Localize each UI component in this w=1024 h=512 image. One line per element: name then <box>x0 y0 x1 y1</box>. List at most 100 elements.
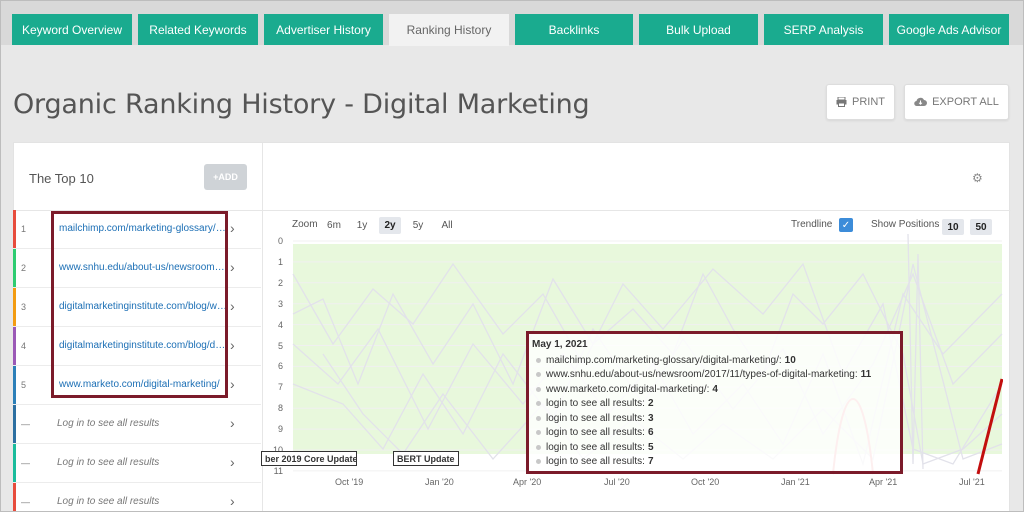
rank-row[interactable]: — Log in to see all results › <box>13 483 261 511</box>
page-title: Organic Ranking History - Digital Market… <box>13 89 590 120</box>
zoom-label: Zoom <box>292 219 318 230</box>
tooltip-label: www.marketo.com/digital-marketing/: <box>546 383 710 395</box>
tab-backlinks[interactable]: Backlinks <box>515 14 633 45</box>
tooltip-value: 4 <box>712 383 718 395</box>
tooltip-line: login to see all results: 3 <box>532 411 900 426</box>
zoom-all-button[interactable]: All <box>435 217 459 234</box>
rank-row[interactable]: — Log in to see all results › <box>13 405 261 444</box>
x-tick-label: Jul '21 <box>959 477 985 487</box>
tooltip-line: www.marketo.com/digital-marketing/: 4 <box>532 382 900 397</box>
login-prompt[interactable]: Log in to see all results <box>57 496 159 507</box>
login-prompt[interactable]: Log in to see all results <box>57 418 159 429</box>
x-tick-label: Oct '20 <box>691 477 720 487</box>
rank-number: — <box>21 419 30 429</box>
positions-10-button[interactable]: 10 <box>942 219 964 235</box>
tooltip-label: mailchimp.com/marketing-glossary/digital… <box>546 354 782 366</box>
chevron-right-icon[interactable]: › <box>230 337 235 353</box>
bert-update-annotation[interactable]: BERT Update <box>393 451 459 466</box>
rank-color-bar <box>13 249 16 287</box>
zoom-1y-button[interactable]: 1y <box>351 217 373 234</box>
printer-icon <box>836 97 847 107</box>
chevron-right-icon[interactable]: › <box>230 298 235 314</box>
tooltip-line: login to see all results: 7 <box>532 455 900 470</box>
tab-bar: Keyword Overview Related Keywords Advert… <box>1 1 1023 46</box>
tooltip-line: www.snhu.edu/about-us/newsroom/2017/11/t… <box>532 368 900 383</box>
series-dot <box>536 386 541 392</box>
tooltip-line: mailchimp.com/marketing-glossary/digital… <box>532 353 900 368</box>
tooltip-value: 7 <box>647 456 654 468</box>
series-dot <box>536 430 541 436</box>
x-tick-label: Jan '20 <box>425 477 454 487</box>
chevron-right-icon[interactable]: › <box>230 376 235 392</box>
login-prompt[interactable]: Log in to see all results <box>57 457 159 468</box>
chevron-right-icon[interactable]: › <box>230 259 235 275</box>
x-tick-label: Apr '20 <box>513 477 542 487</box>
tooltip-value: 10 <box>784 354 796 366</box>
tooltip-date: May 1, 2021 <box>532 339 588 350</box>
tab-serp-analysis[interactable]: SERP Analysis <box>764 14 883 45</box>
tooltip-label: login to see all results: <box>546 412 645 424</box>
rank-number: 5 <box>21 380 27 390</box>
chevron-right-icon[interactable]: › <box>230 220 235 236</box>
rank-color-bar <box>13 327 16 365</box>
tooltip-value: 6 <box>647 427 654 439</box>
rank-row[interactable]: — Log in to see all results › <box>13 444 261 483</box>
positions-50-button[interactable]: 50 <box>970 219 992 235</box>
rank-color-bar <box>13 366 16 404</box>
rank-color-bar <box>13 210 16 248</box>
gear-icon[interactable]: ⚙ <box>972 171 983 185</box>
tab-related-keywords[interactable]: Related Keywords <box>138 14 258 45</box>
series-dot <box>536 415 541 421</box>
x-tick-label: Jan '21 <box>781 477 810 487</box>
rank-number: 4 <box>21 341 27 351</box>
chevron-right-icon[interactable]: › <box>230 493 235 509</box>
tooltip-value: 11 <box>860 369 872 381</box>
highlight-box-urls <box>51 211 228 398</box>
top10-heading: The Top 10 <box>29 171 94 186</box>
x-tick-label: Jul '20 <box>604 477 630 487</box>
print-label: PRINT <box>852 96 885 108</box>
tooltip-line: login to see all results: 6 <box>532 426 900 441</box>
series-dot <box>536 372 541 378</box>
tab-advertiser-history[interactable]: Advertiser History <box>264 14 383 45</box>
series-dot <box>536 401 541 407</box>
x-tick-label: Oct '19 <box>335 477 364 487</box>
rank-color-bar <box>13 444 16 482</box>
tooltip-value: 5 <box>647 441 654 453</box>
tooltip-label: login to see all results: <box>546 427 645 439</box>
rank-number: 3 <box>21 302 27 312</box>
series-dot <box>536 357 541 363</box>
tooltip-label: www.snhu.edu/about-us/newsroom/2017/11/t… <box>546 369 858 381</box>
export-label: EXPORT ALL <box>932 96 999 108</box>
show-positions-label: Show Positions <box>871 219 940 230</box>
trendline-checkbox[interactable]: ✓ <box>839 218 853 232</box>
chevron-right-icon[interactable]: › <box>230 454 235 470</box>
tooltip-label: login to see all results: <box>546 456 645 468</box>
series-dot <box>536 444 541 450</box>
export-all-button[interactable]: EXPORT ALL <box>904 84 1009 120</box>
add-button[interactable]: +ADD <box>204 164 247 190</box>
tab-bulk-upload[interactable]: Bulk Upload <box>639 14 758 45</box>
tab-keyword-overview[interactable]: Keyword Overview <box>12 14 132 45</box>
rank-number: 1 <box>21 224 27 234</box>
zoom-5y-button[interactable]: 5y <box>407 217 429 234</box>
tab-google-ads-advisor[interactable]: Google Ads Advisor <box>889 14 1009 45</box>
chevron-right-icon[interactable]: › <box>230 415 235 431</box>
series-dot <box>536 459 541 465</box>
tooltip-line: login to see all results: 2 <box>532 397 900 412</box>
tab-ranking-history[interactable]: Ranking History <box>389 14 509 46</box>
print-button[interactable]: PRINT <box>826 84 895 120</box>
zoom-6m-button[interactable]: 6m <box>322 217 346 234</box>
cloud-download-icon <box>914 97 928 107</box>
tooltip-label: login to see all results: <box>546 441 645 453</box>
zoom-2y-button[interactable]: 2y <box>379 217 401 234</box>
app-frame: Keyword Overview Related Keywords Advert… <box>0 0 1024 512</box>
x-tick-label: Apr '21 <box>869 477 898 487</box>
tooltip-line: login to see all results: 5 <box>532 440 900 455</box>
tooltip-label: login to see all results: <box>546 398 645 410</box>
rank-number: — <box>21 497 30 507</box>
core-update-annotation[interactable]: ber 2019 Core Update <box>261 451 357 466</box>
rank-number: — <box>21 458 30 468</box>
rank-color-bar <box>13 405 16 443</box>
rank-number: 2 <box>21 263 27 273</box>
